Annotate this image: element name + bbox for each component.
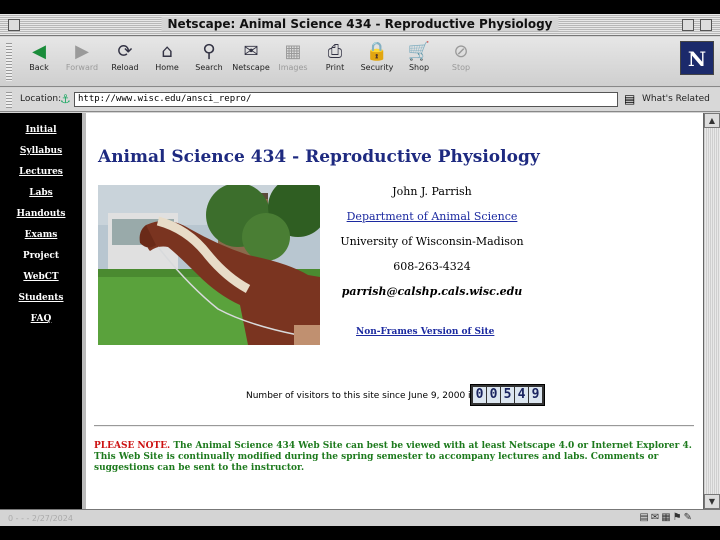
counter-digit: 4: [515, 387, 528, 403]
security-button[interactable]: 🔒 Security: [356, 41, 398, 81]
location-bar: Location: ⚓ http://www.wisc.edu/ansci_re…: [0, 88, 720, 112]
netscape-icon: ✉: [243, 41, 259, 62]
netscape-button[interactable]: ✉ Netscape: [230, 41, 272, 81]
scroll-down-icon[interactable]: ▼: [704, 494, 720, 509]
nav-link-initial[interactable]: Initial: [0, 125, 82, 135]
forward-arrow-icon: ▶: [75, 41, 89, 62]
images-button[interactable]: ▦ Images: [272, 41, 314, 81]
home-icon: ⌂: [161, 41, 173, 62]
nav-link-faq[interactable]: FAQ: [0, 314, 82, 324]
counter-digit: 0: [487, 387, 500, 403]
stop-button[interactable]: ⊘ Stop: [440, 41, 482, 81]
component-bar-icons[interactable]: ▤✉▦⚑✎: [639, 512, 694, 523]
page-proxy-icon[interactable]: ▤: [624, 92, 635, 106]
browser-note: PLEASE NOTE. The Animal Science 434 Web …: [94, 441, 699, 474]
visitor-counter: 0 0 5 4 9: [470, 384, 545, 406]
nav-link-syllabus[interactable]: Syllabus: [0, 146, 82, 156]
visitor-count-label: Number of visitors to this site since Ju…: [246, 391, 479, 401]
university-name: University of Wisconsin-Madison: [340, 235, 524, 248]
counter-digit: 5: [501, 387, 514, 403]
collapse-box-icon[interactable]: [700, 19, 712, 31]
page-title: Animal Science 434 - Reproductive Physio…: [98, 147, 540, 167]
browser-window: Netscape: Animal Science 434 - Reproduct…: [0, 14, 720, 526]
horizontal-rule: [94, 425, 694, 427]
security-lock-icon: 🔒: [365, 41, 389, 62]
back-button[interactable]: ◀ Back: [18, 41, 60, 81]
note-text: The Animal Science 434 Web Site can best…: [94, 441, 692, 473]
whats-related-button[interactable]: What's Related: [642, 94, 710, 104]
stop-icon: ⊘: [453, 41, 469, 62]
print-button[interactable]: ⎙ Print: [314, 41, 356, 81]
location-input[interactable]: http://www.wisc.edu/ansci_repro/: [74, 92, 618, 107]
counter-digit: 0: [473, 387, 486, 403]
content-frame: Animal Science 434 - Reproductive Physio…: [86, 113, 703, 509]
department-link[interactable]: Department of Animal Science: [332, 210, 532, 223]
zoom-box-icon[interactable]: [682, 19, 694, 31]
location-bar-grip[interactable]: [6, 92, 12, 108]
toolbar-grip[interactable]: [6, 43, 12, 81]
nav-link-labs[interactable]: Labs: [0, 188, 82, 198]
nav-link-exams[interactable]: Exams: [0, 230, 82, 240]
scroll-up-icon[interactable]: ▲: [704, 113, 720, 128]
bookmark-page-icon[interactable]: ⚓: [60, 92, 71, 106]
window-title: Netscape: Animal Science 434 - Reproduct…: [161, 17, 559, 31]
close-box-icon[interactable]: [8, 19, 20, 31]
images-icon: ▦: [284, 41, 302, 62]
search-button[interactable]: ⚲ Search: [188, 41, 230, 81]
reload-icon: ⟳: [117, 41, 133, 62]
shop-button[interactable]: 🛒 Shop: [398, 41, 440, 81]
title-bar[interactable]: Netscape: Animal Science 434 - Reproduct…: [0, 14, 720, 36]
nav-link-webct[interactable]: WebCT: [0, 272, 82, 282]
shop-icon: 🛒: [407, 41, 431, 62]
horse-photo: [98, 185, 320, 345]
nav-link-handouts[interactable]: Handouts: [0, 209, 82, 219]
nav-frame: Initial Syllabus Lectures Labs Handouts …: [0, 113, 82, 509]
non-frames-link[interactable]: Non-Frames Version of Site: [356, 327, 494, 337]
nav-link-lectures[interactable]: Lectures: [0, 167, 82, 177]
nav-link-project[interactable]: Project: [0, 251, 82, 261]
forward-button[interactable]: ▶ Forward: [61, 41, 103, 81]
back-arrow-icon: ◀: [32, 41, 46, 62]
location-label: Location:: [20, 94, 62, 104]
status-bar: ▤✉▦⚑✎: [0, 509, 720, 526]
home-button[interactable]: ⌂ Home: [146, 41, 188, 81]
netscape-logo-icon[interactable]: N: [680, 41, 714, 75]
nav-link-students[interactable]: Students: [0, 293, 82, 303]
vertical-scrollbar[interactable]: ▲ ▼: [703, 113, 720, 509]
counter-digit: 9: [529, 387, 542, 403]
horse-photo-drawing: [98, 185, 320, 345]
instructor-name: John J. Parrish: [392, 185, 472, 198]
print-icon: ⎙: [327, 41, 343, 62]
slide-footer: 0 - - - 2/27/2024: [8, 514, 73, 523]
search-icon: ⚲: [202, 41, 216, 62]
note-label: PLEASE NOTE.: [94, 441, 171, 451]
reload-button[interactable]: ⟳ Reload: [104, 41, 146, 81]
navigation-toolbar: ◀ Back ▶ Forward ⟳ Reload ⌂ Home ⚲ Searc…: [0, 37, 720, 87]
email-address: parrish@calshp.cals.wisc.edu: [341, 285, 523, 298]
phone-number: 608-263-4324: [393, 260, 471, 273]
